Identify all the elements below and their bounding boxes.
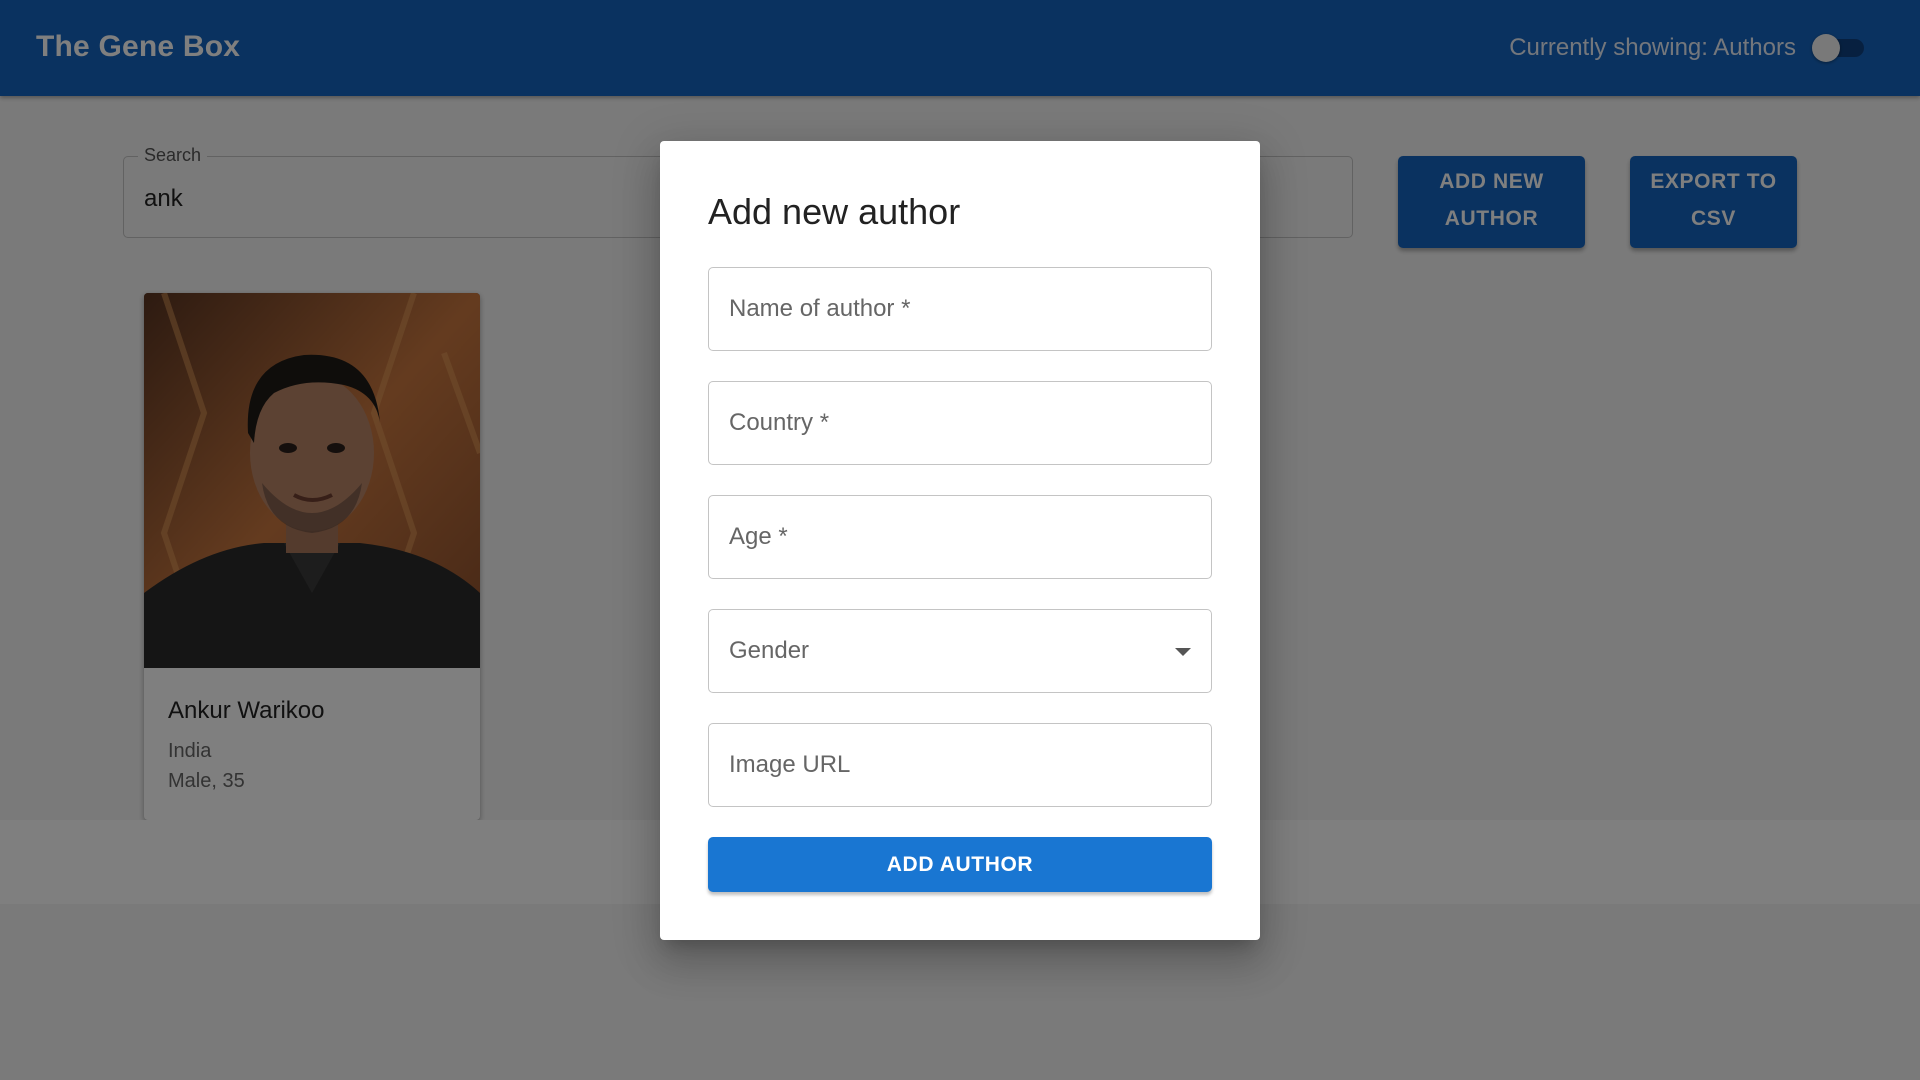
chevron-down-icon[interactable] [1175, 648, 1191, 656]
name-of-author-field[interactable]: Name of author * [708, 267, 1212, 351]
country-label: Country * [729, 409, 830, 436]
image-url-label: Image URL [729, 751, 851, 778]
add-author-dialog: Add new author Name of author * Country … [660, 141, 1260, 940]
image-url-field[interactable]: Image URL [708, 723, 1212, 807]
name-of-author-label: Name of author * [729, 295, 911, 322]
age-label: Age * [729, 523, 788, 550]
add-author-button[interactable]: ADD AUTHOR [708, 837, 1212, 892]
country-field[interactable]: Country * [708, 381, 1212, 465]
dialog-title: Add new author [708, 191, 961, 232]
age-field[interactable]: Age * [708, 495, 1212, 579]
gender-label: Gender [729, 637, 810, 664]
gender-select[interactable]: Gender [708, 609, 1212, 693]
